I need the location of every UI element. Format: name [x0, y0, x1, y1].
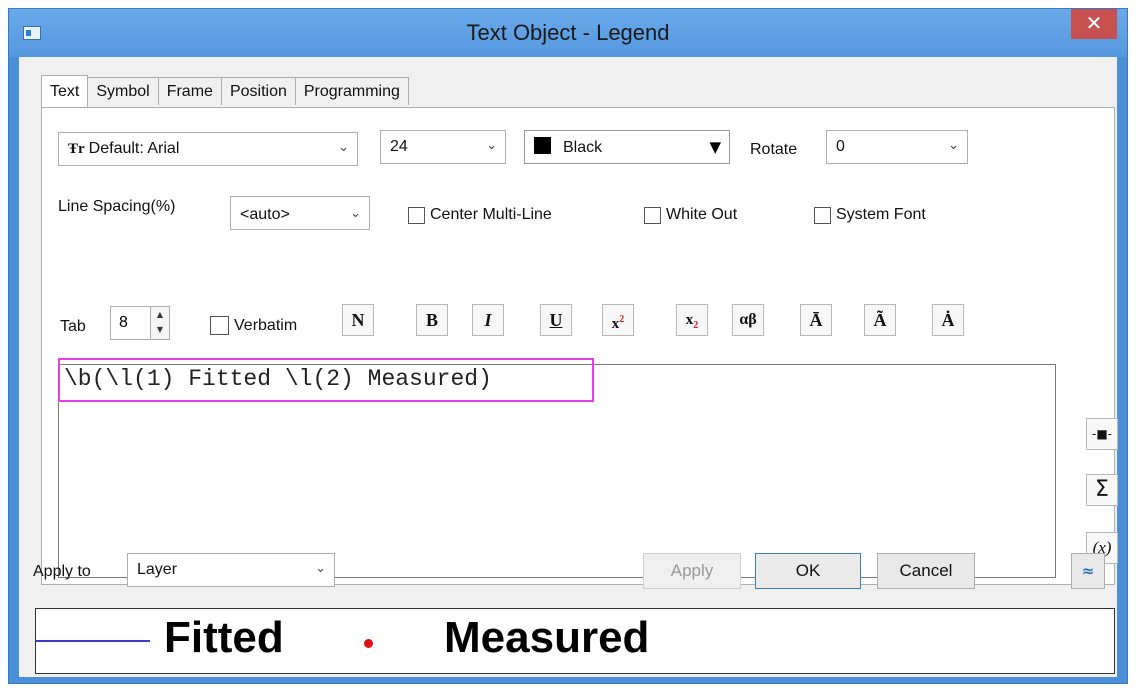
tab-symbol[interactable]: Symbol — [88, 77, 159, 105]
white-out-label: White Out — [666, 206, 738, 223]
dialog-client: Text Symbol Frame Position Programming Ŧ… — [19, 57, 1118, 677]
checkbox-box — [408, 206, 425, 224]
overbar-button[interactable]: Ā — [800, 304, 832, 336]
color-swatch — [534, 137, 551, 154]
measured-dot-symbol — [364, 639, 373, 648]
dialog-window: Text Object - Legend ✕ Text Symbol Frame… — [8, 8, 1128, 684]
line-spacing-select[interactable]: <auto> ⌄ — [230, 196, 370, 230]
rotate-value: 0 — [836, 138, 845, 155]
chevron-down-icon: ⌄ — [486, 138, 497, 153]
collapse-button[interactable]: ≈ — [1071, 553, 1105, 589]
system-font-checkbox[interactable]: System Font — [814, 206, 926, 224]
title-bar[interactable]: Text Object - Legend ✕ — [9, 9, 1127, 57]
chevron-down-icon: ⌄ — [948, 138, 959, 153]
line-spacing-value: <auto> — [240, 206, 290, 223]
chevron-down-icon: ⌄ — [350, 206, 361, 221]
sigma-button[interactable]: Σ — [1086, 474, 1118, 506]
editor-text: \b(\l(1) Fitted \l(2) Measured) — [64, 366, 492, 392]
ok-button[interactable]: OK — [755, 553, 861, 589]
spinner-arrows-icon[interactable]: ▲ ▼ — [150, 307, 169, 339]
color-select[interactable]: Black ▼ — [524, 130, 730, 164]
preview-measured-text: Measured — [444, 613, 650, 662]
tab-strip: Text Symbol Frame Position Programming — [41, 75, 409, 107]
verbatim-label: Verbatim — [234, 316, 298, 334]
font-value: Default: Arial — [88, 140, 180, 157]
apply-button[interactable]: Apply — [643, 553, 741, 589]
dropdown-arrow-icon: ▼ — [709, 138, 721, 156]
font-select[interactable]: Ŧr Default: Arial ⌄ — [58, 132, 358, 166]
subscript-mark: 2 — [693, 320, 699, 331]
insert-symbol-button[interactable]: -■- — [1086, 418, 1118, 450]
line-spacing-label: Line Spacing(%) — [58, 198, 176, 215]
apply-to-select[interactable]: Layer ⌄ — [127, 553, 335, 587]
text-tab-panel: Ŧr Default: Arial ⌄ 24 ⌄ Black ▼ Rotate 0… — [41, 107, 1118, 585]
center-multiline-checkbox[interactable]: Center Multi-Line — [408, 206, 552, 224]
chevron-down-icon: ⌄ — [338, 140, 349, 155]
tab-size-label: Tab — [60, 318, 86, 335]
checkbox-box — [644, 206, 661, 224]
subscript-button[interactable]: x2 — [676, 304, 708, 336]
close-button[interactable]: ✕ — [1071, 9, 1117, 39]
white-out-checkbox[interactable]: White Out — [644, 206, 737, 224]
rotate-label: Rotate — [750, 141, 798, 158]
fitted-line-symbol — [36, 640, 150, 642]
italic-button[interactable]: I — [472, 304, 504, 336]
apply-to-label: Apply to — [33, 563, 91, 580]
verbatim-checkbox[interactable]: Verbatim — [210, 316, 297, 335]
font-size-value: 24 — [390, 138, 408, 155]
legend-preview: Fitted Measured — [35, 608, 1115, 674]
apply-to-value: Layer — [137, 561, 178, 578]
cancel-button[interactable]: Cancel — [877, 553, 975, 589]
chevron-down-icon: ⌄ — [315, 561, 326, 576]
tab-programming[interactable]: Programming — [295, 77, 409, 105]
greek-button[interactable]: αβ — [732, 304, 764, 336]
color-value: Black — [563, 139, 603, 156]
tab-text[interactable]: Text — [41, 75, 89, 107]
tab-frame[interactable]: Frame — [158, 77, 222, 105]
dialog-title: Text Object - Legend — [466, 20, 670, 45]
font-size-select[interactable]: 24 ⌄ — [380, 130, 506, 164]
system-font-label: System Font — [836, 206, 926, 223]
superscript-mark: 2 — [619, 314, 625, 325]
tab-size-spinner[interactable]: 8 ▲ ▼ — [110, 306, 170, 340]
bold-button[interactable]: B — [416, 304, 448, 336]
font-type-icon: Ŧr — [68, 141, 85, 157]
checkbox-box — [814, 206, 831, 224]
superscript-button[interactable]: x2 — [602, 304, 634, 336]
preview-fitted-text: Fitted — [164, 613, 284, 662]
tilde-button[interactable]: Ã — [864, 304, 896, 336]
checkbox-box — [210, 316, 229, 335]
normal-button[interactable]: N — [342, 304, 374, 336]
center-multiline-label: Center Multi-Line — [430, 206, 552, 223]
dot-accent-button[interactable]: Ȧ — [932, 304, 964, 336]
rotate-select[interactable]: 0 ⌄ — [826, 130, 968, 164]
underline-button[interactable]: U — [540, 304, 572, 336]
tab-position[interactable]: Position — [221, 77, 296, 105]
tab-size-value: 8 — [119, 314, 128, 331]
